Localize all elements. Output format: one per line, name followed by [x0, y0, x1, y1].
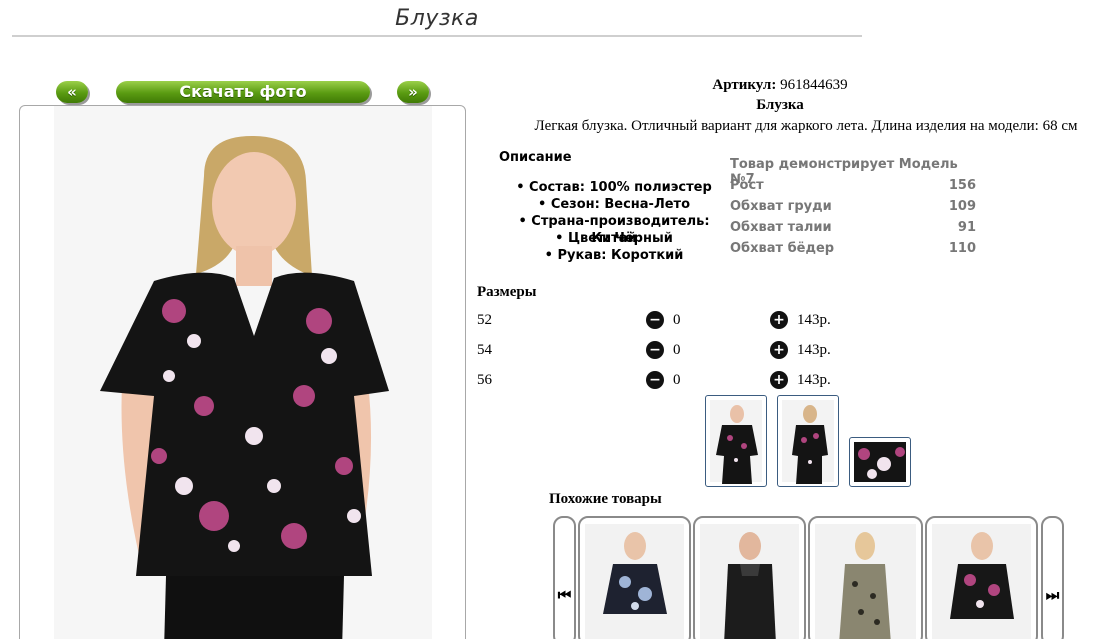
similar-product-card[interactable] — [925, 516, 1038, 639]
article-line: Артикул: 961844639 — [480, 77, 1080, 94]
product-illustration — [603, 532, 667, 614]
quantity-value: 0 — [673, 372, 681, 388]
spec-item: Рукав: Короткий — [496, 247, 732, 264]
model-heading: Товар демонстрирует Модель №7 — [730, 157, 958, 187]
increase-qty-button[interactable]: + — [770, 341, 788, 359]
size-price: 143р. — [797, 342, 831, 358]
thumbnail-image — [782, 400, 834, 484]
model-row: Обхват талии 91 — [730, 220, 976, 241]
main-product-photo[interactable] — [54, 106, 432, 639]
quantity-value: 0 — [673, 342, 681, 358]
similar-product-image — [815, 524, 916, 639]
specs-block: Описание Состав: 100% полиэстер Сезон: В… — [496, 150, 732, 264]
decrease-qty-button[interactable]: − — [646, 311, 664, 329]
spec-item: Страна-производитель: Китай — [496, 213, 732, 246]
size-price: 143р. — [797, 312, 831, 328]
article-value: 961844639 — [780, 77, 848, 93]
similar-products-title: Похожие товары — [549, 491, 662, 507]
model-row-value: 156 — [948, 178, 976, 193]
decrease-qty-button[interactable]: − — [646, 371, 664, 389]
size-label: 52 — [477, 312, 492, 328]
thumbnail-illustration — [858, 447, 905, 479]
photo-thumbnail[interactable] — [705, 395, 767, 487]
product-name: Блузка — [756, 97, 804, 113]
spec-item: Цвет: Чёрный — [496, 230, 732, 247]
photo-thumbnail[interactable] — [777, 395, 839, 487]
model-row-label: Обхват талии — [730, 220, 832, 235]
thumbnail-illustration — [792, 405, 828, 484]
size-label: 56 — [477, 372, 492, 388]
page-title: Блузка — [395, 6, 479, 31]
spec-item: Состав: 100% полиэстер — [496, 179, 732, 196]
model-row-value: 109 — [948, 199, 976, 214]
spec-item: Сезон: Весна-Лето — [496, 196, 732, 213]
size-row: 52 − 0 + 143р. — [477, 310, 877, 332]
size-row: 54 − 0 + 143р. — [477, 340, 877, 362]
model-illustration — [100, 136, 389, 639]
thumbnail-image — [854, 442, 906, 482]
model-row-label: Рост — [730, 178, 764, 193]
download-photo-button[interactable]: Скачать фото — [116, 81, 370, 103]
similar-product-card[interactable] — [693, 516, 806, 639]
main-photo-frame — [19, 105, 466, 639]
model-row-value: 91 — [957, 220, 976, 235]
increase-qty-button[interactable]: + — [770, 371, 788, 389]
thumbnail-image — [710, 400, 762, 484]
increase-qty-button[interactable]: + — [770, 311, 788, 329]
product-illustration — [839, 532, 891, 639]
similar-product-card[interactable] — [578, 516, 691, 639]
product-illustration — [950, 532, 1014, 619]
carousel-next-button[interactable]: ⏭ — [1041, 516, 1064, 639]
model-row: Обхват груди 109 — [730, 199, 976, 220]
model-measurements: Товар демонстрирует Модель №7 Рост 156 О… — [730, 157, 976, 262]
model-row-label: Обхват бёдер — [730, 241, 835, 256]
sizes-title: Размеры — [477, 284, 537, 300]
size-price: 143р. — [797, 372, 831, 388]
model-row-value: 110 — [948, 241, 976, 256]
model-row: Рост 156 — [730, 178, 976, 199]
skip-forward-icon: ⏭ — [1045, 586, 1060, 604]
product-description: Легкая блузка. Отличный вариант для жарк… — [534, 118, 1078, 134]
size-row: 56 − 0 + 143р. — [477, 370, 877, 392]
model-row-label: Обхват груди — [730, 199, 832, 214]
decrease-qty-button[interactable]: − — [646, 341, 664, 359]
similar-product-image — [585, 524, 684, 639]
photo-thumbnail[interactable] — [849, 437, 911, 487]
model-row: Обхват бёдер 110 — [730, 241, 976, 262]
similar-product-image — [932, 524, 1031, 639]
thumbnail-illustration — [716, 405, 758, 484]
specs-list: Состав: 100% полиэстер Сезон: Весна-Лето… — [496, 179, 732, 264]
title-divider — [12, 35, 862, 37]
carousel-prev-button[interactable]: ⏮ — [553, 516, 576, 639]
similar-product-card[interactable] — [808, 516, 923, 639]
prev-photo-button[interactable]: « — [56, 81, 88, 103]
size-label: 54 — [477, 342, 492, 358]
quantity-value: 0 — [673, 312, 681, 328]
article-label: Артикул: — [712, 77, 777, 93]
next-photo-button[interactable]: » — [397, 81, 429, 103]
specs-heading: Описание — [499, 150, 572, 165]
similar-product-image — [700, 524, 799, 639]
product-illustration — [724, 532, 776, 639]
skip-back-icon: ⏮ — [557, 586, 572, 604]
